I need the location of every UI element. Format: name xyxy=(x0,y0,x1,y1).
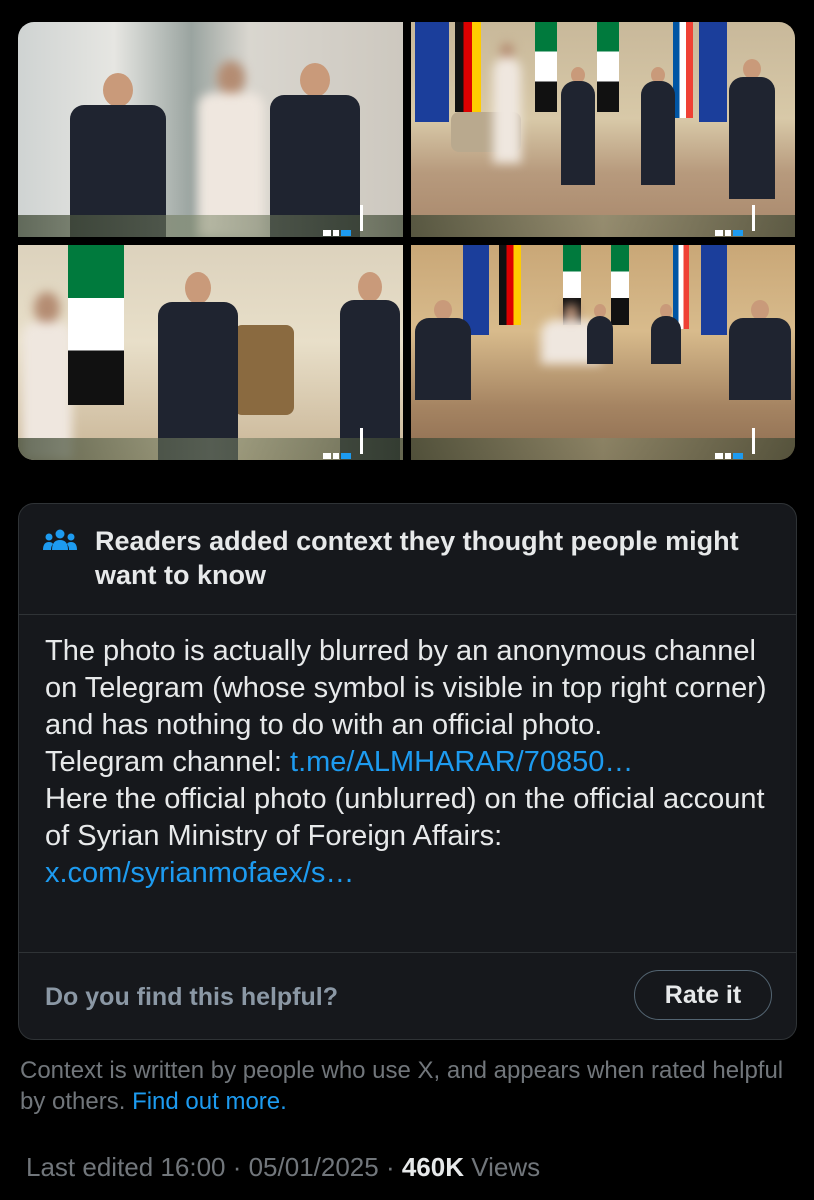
syrian-flag-icon xyxy=(610,245,629,325)
post-meta: Last edited 16:00 · 05/01/2025 · 460K Vi… xyxy=(26,1152,540,1183)
community-note-card: Readers added context they thought peopl… xyxy=(18,503,797,1040)
telegram-watermark-icon xyxy=(322,223,359,236)
telegram-link[interactable]: t.me/ALMHARAR/70850… xyxy=(290,746,633,778)
syrian-flag-icon xyxy=(534,22,557,112)
context-disclaimer: Context is written by people who use X, … xyxy=(20,1055,790,1117)
note-text: The photo is actually blurred by an anon… xyxy=(45,633,775,892)
rate-it-button[interactable]: Rate it xyxy=(634,970,772,1020)
official-line: Here the official photo (unblurred) on t… xyxy=(45,781,775,892)
media-grid xyxy=(18,22,795,460)
person xyxy=(560,67,595,185)
watermark-bar xyxy=(752,428,755,454)
views-label: Views xyxy=(464,1152,541,1182)
photo-2[interactable] xyxy=(410,22,795,237)
blurred-person xyxy=(22,290,72,460)
watermark-bar xyxy=(359,205,363,231)
german-flag-icon xyxy=(498,245,521,325)
photo-1[interactable] xyxy=(18,22,403,237)
person-seated xyxy=(728,300,791,400)
person xyxy=(728,59,775,199)
person-seated xyxy=(586,304,613,364)
armchair xyxy=(234,325,294,415)
note-footer: Do you find this helpful? Rate it xyxy=(19,953,796,1039)
note-header: Readers added context they thought peopl… xyxy=(19,504,796,615)
blurred-person xyxy=(492,43,521,163)
person xyxy=(640,67,675,185)
person xyxy=(158,270,238,460)
french-flag-icon xyxy=(672,22,693,118)
note-body: The photo is actually blurred by an anon… xyxy=(19,615,796,953)
person xyxy=(340,270,400,460)
watermark-bar xyxy=(752,205,755,231)
syrian-flag-icon xyxy=(68,245,124,405)
photo-3[interactable] xyxy=(18,245,403,460)
person-right xyxy=(270,59,360,237)
find-out-more-link[interactable]: Find out more. xyxy=(132,1088,287,1115)
telegram-watermark-icon xyxy=(322,446,359,459)
people-group-icon xyxy=(43,529,77,550)
last-edited-timestamp[interactable]: Last edited 16:00 · 05/01/2025 xyxy=(26,1152,379,1182)
official-link[interactable]: x.com/syrianmofaex/s… xyxy=(45,857,354,889)
eu-flag-icon xyxy=(414,22,449,122)
eu-flag-icon xyxy=(700,245,727,335)
telegram-label: Telegram channel: xyxy=(45,746,291,778)
note-title: Readers added context they thought peopl… xyxy=(95,526,739,590)
blurred-person xyxy=(198,57,264,237)
photo-4[interactable] xyxy=(410,245,795,460)
person-left xyxy=(70,67,166,237)
eu-flag-icon xyxy=(698,22,727,122)
official-text: Here the official photo (unblurred) on t… xyxy=(45,783,765,852)
person-seated xyxy=(414,300,471,400)
helpful-question: Do you find this helpful? xyxy=(45,983,339,1011)
note-paragraph: The photo is actually blurred by an anon… xyxy=(45,635,767,741)
views-count: 460K xyxy=(401,1152,464,1182)
syrian-flag-icon xyxy=(596,22,619,112)
telegram-line: Telegram channel: t.me/ALMHARAR/70850… xyxy=(45,744,775,781)
watermark-bar xyxy=(359,428,363,454)
person-seated xyxy=(650,304,681,364)
telegram-watermark-icon xyxy=(715,223,751,236)
german-flag-icon xyxy=(454,22,481,112)
meta-separator: · xyxy=(378,1152,402,1182)
telegram-watermark-icon xyxy=(715,446,751,459)
